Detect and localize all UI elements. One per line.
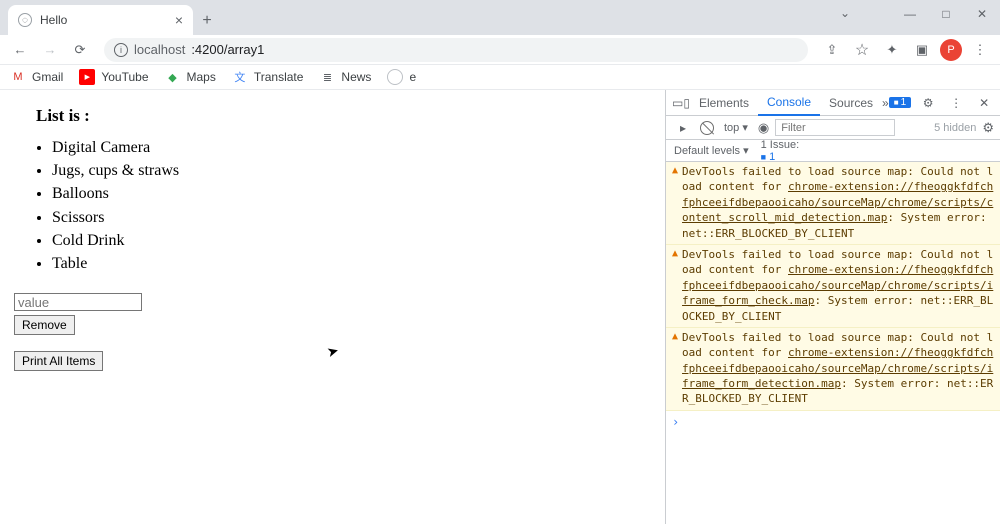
- close-tab-icon[interactable]: ×: [175, 13, 183, 27]
- tab-strip: ◌ Hello × + ⌄ — □ ✕: [0, 0, 1000, 35]
- window-controls: — □ ✕: [892, 0, 1000, 28]
- warning-icon: ▲: [672, 330, 678, 407]
- clear-console-icon[interactable]: [700, 121, 714, 135]
- toolbar: ← → ⟳ i localhost:4200/array1 ⇪ ☆ ✦ ▣ P …: [0, 35, 1000, 65]
- bookmark-e[interactable]: e: [387, 69, 416, 85]
- bookmarks-bar: MGmail YouTube ◆Maps 文Translate ≣News e: [0, 65, 1000, 90]
- devtools-tabs: ▭ ▯ Elements Console Sources » 1 ⚙ ⋮ ✕: [666, 90, 1000, 116]
- more-tabs-icon[interactable]: »: [882, 96, 889, 110]
- console-levels-bar: Default levels ▾ 1 Issue: 1: [666, 140, 1000, 162]
- context-selector[interactable]: top ▾: [720, 119, 752, 136]
- address-bar[interactable]: i localhost :4200/array1: [104, 38, 808, 62]
- maximize-button[interactable]: □: [928, 0, 964, 28]
- web-page: List is : Digital CameraJugs, cups & str…: [0, 90, 665, 524]
- console-warning-row: ▲DevTools failed to load source map: Cou…: [666, 162, 1000, 245]
- browser-tab[interactable]: ◌ Hello ×: [8, 5, 193, 35]
- warning-icon: ▲: [672, 164, 678, 241]
- value-input[interactable]: [14, 293, 142, 311]
- tab-overflow-icon[interactable]: ⌄: [840, 6, 850, 20]
- error-badge[interactable]: 1: [889, 97, 911, 108]
- console-filter-bar: ▸ top ▾ ◉ 5 hidden ⚙: [666, 116, 1000, 140]
- url-path: :4200/array1: [191, 42, 264, 57]
- back-button[interactable]: ←: [8, 38, 32, 62]
- bookmark-news[interactable]: ≣News: [319, 69, 371, 85]
- print-all-button[interactable]: Print All Items: [14, 351, 103, 371]
- globe-icon: ◌: [18, 13, 32, 27]
- new-tab-button[interactable]: +: [193, 7, 221, 35]
- site-info-icon[interactable]: i: [114, 43, 128, 57]
- content-area: List is : Digital CameraJugs, cups & str…: [0, 90, 1000, 524]
- sidebar-toggle-icon[interactable]: ▸: [672, 121, 694, 135]
- devtools-panel: ▭ ▯ Elements Console Sources » 1 ⚙ ⋮ ✕ ▸…: [665, 90, 1000, 524]
- profile-avatar[interactable]: P: [940, 39, 962, 61]
- close-window-button[interactable]: ✕: [964, 0, 1000, 28]
- minimize-button[interactable]: —: [892, 0, 928, 28]
- list-item: Balloons: [52, 182, 651, 205]
- youtube-icon: [79, 69, 95, 85]
- warning-message: DevTools failed to load source map: Coul…: [682, 164, 994, 241]
- url-host: localhost: [134, 42, 185, 57]
- bookmark-maps[interactable]: ◆Maps: [165, 69, 216, 85]
- hidden-count: 5 hidden: [934, 122, 976, 134]
- tab-elements[interactable]: Elements: [690, 90, 758, 116]
- source-map-link[interactable]: chrome-extension://fheoggkfdfchfphceeifd…: [682, 346, 993, 390]
- maps-icon: ◆: [165, 69, 181, 85]
- warning-message: DevTools failed to load source map: Coul…: [682, 330, 994, 407]
- console-filter-input[interactable]: [775, 119, 895, 136]
- console-warning-row: ▲DevTools failed to load source map: Cou…: [666, 328, 1000, 411]
- devtools-menu-icon[interactable]: ⋮: [945, 96, 967, 110]
- devtools-settings-icon[interactable]: ⚙: [917, 96, 939, 110]
- translate-icon: 文: [232, 69, 248, 85]
- extensions-icon[interactable]: ✦: [880, 38, 904, 62]
- devtools-close-icon[interactable]: ✕: [973, 96, 995, 110]
- source-map-link[interactable]: chrome-extension://fheoggkfdfchfphceeifd…: [682, 263, 993, 307]
- page-heading: List is :: [36, 106, 651, 126]
- globe-small-icon: [387, 69, 403, 85]
- list-item: Jugs, cups & straws: [52, 159, 651, 182]
- inspect-icon[interactable]: ▭: [672, 96, 683, 110]
- console-body: ▲DevTools failed to load source map: Cou…: [666, 162, 1000, 524]
- remove-button[interactable]: Remove: [14, 315, 75, 335]
- list-item: Table: [52, 252, 651, 275]
- share-icon[interactable]: ⇪: [820, 38, 844, 62]
- issues-label[interactable]: 1 Issue: 1: [761, 139, 800, 163]
- device-toggle-icon[interactable]: ▯: [683, 96, 690, 110]
- levels-dropdown[interactable]: Default levels ▾: [674, 144, 749, 157]
- list-item: Digital Camera: [52, 136, 651, 159]
- item-list: Digital CameraJugs, cups & strawsBalloon…: [52, 136, 651, 275]
- bookmark-gmail[interactable]: MGmail: [10, 69, 63, 85]
- tab-console[interactable]: Console: [758, 90, 820, 116]
- tab-sources[interactable]: Sources: [820, 90, 882, 116]
- gmail-icon: M: [10, 69, 26, 85]
- tab-title: Hello: [40, 13, 167, 27]
- reload-button[interactable]: ⟳: [68, 38, 92, 62]
- forward-button[interactable]: →: [38, 38, 62, 62]
- console-prompt[interactable]: ›: [666, 411, 1000, 434]
- bookmark-youtube[interactable]: YouTube: [79, 69, 148, 85]
- live-expression-icon[interactable]: ◉: [758, 120, 769, 136]
- console-warning-row: ▲DevTools failed to load source map: Cou…: [666, 245, 1000, 328]
- warning-message: DevTools failed to load source map: Coul…: [682, 247, 994, 324]
- bookmark-star-icon[interactable]: ☆: [850, 38, 874, 62]
- list-item: Scissors: [52, 206, 651, 229]
- warning-icon: ▲: [672, 247, 678, 324]
- console-settings-icon[interactable]: ⚙: [982, 120, 994, 136]
- menu-icon[interactable]: ⋮: [968, 38, 992, 62]
- side-panel-icon[interactable]: ▣: [910, 38, 934, 62]
- bookmark-translate[interactable]: 文Translate: [232, 69, 304, 85]
- news-icon: ≣: [319, 69, 335, 85]
- source-map-link[interactable]: chrome-extension://fheoggkfdfchfphceeifd…: [682, 180, 993, 224]
- list-item: Cold Drink: [52, 229, 651, 252]
